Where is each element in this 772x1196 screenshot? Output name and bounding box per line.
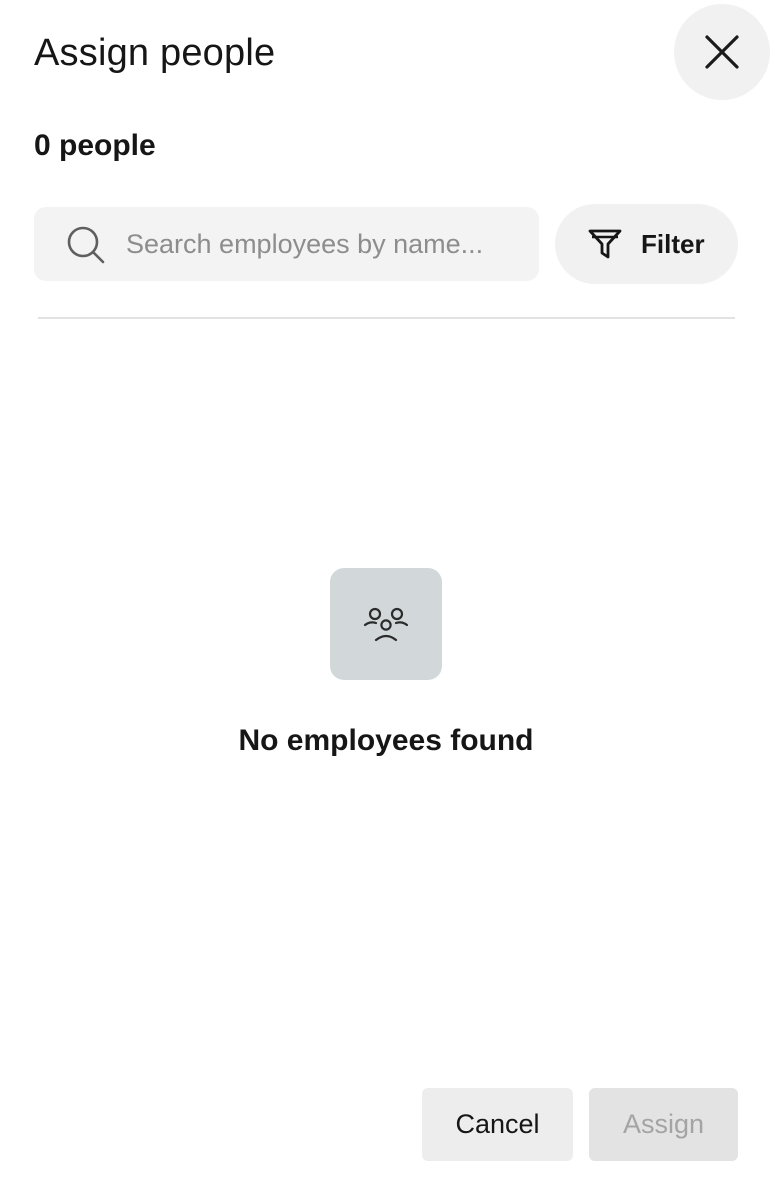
empty-state-message: No employees found [238, 724, 534, 757]
cancel-button[interactable]: Cancel [422, 1088, 573, 1161]
search-box[interactable] [34, 207, 539, 281]
filter-button[interactable]: Filter [555, 204, 738, 284]
empty-state-icon-tile [330, 568, 442, 680]
filter-label: Filter [641, 229, 705, 259]
close-button[interactable] [674, 4, 770, 100]
search-input[interactable] [126, 207, 526, 281]
funnel-icon [588, 229, 622, 259]
dialog-title: Assign people [34, 32, 276, 74]
assign-button[interactable]: Assign [589, 1088, 738, 1161]
close-icon [705, 35, 739, 69]
selected-count: 0 people [34, 129, 156, 162]
divider [38, 317, 735, 319]
search-icon [67, 226, 105, 264]
people-sad-icon [363, 607, 409, 642]
